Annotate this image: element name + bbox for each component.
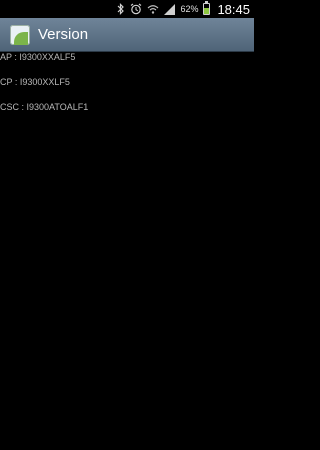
version-cp: CP : I9300XXLF5 [0, 77, 70, 87]
version-csc: CSC : I9300ATOALF1 [0, 102, 89, 112]
alarm-icon [130, 3, 142, 15]
battery-level-fill [204, 7, 210, 14]
clock: 18:45 [217, 1, 250, 17]
wifi-icon [147, 4, 159, 15]
status-bar: 62% 18:45 [0, 0, 254, 18]
signal-icon [164, 3, 176, 15]
app-icon[interactable] [10, 24, 30, 45]
page-title: Version [38, 26, 89, 43]
action-bar: Version [0, 18, 254, 52]
status-icons: 62% 18:45 [117, 0, 250, 18]
battery-percent: 62% [180, 4, 199, 14]
version-ap: AP : I9300XXALF5 [0, 52, 76, 62]
bluetooth-icon [117, 3, 125, 15]
battery-icon [203, 1, 211, 15]
